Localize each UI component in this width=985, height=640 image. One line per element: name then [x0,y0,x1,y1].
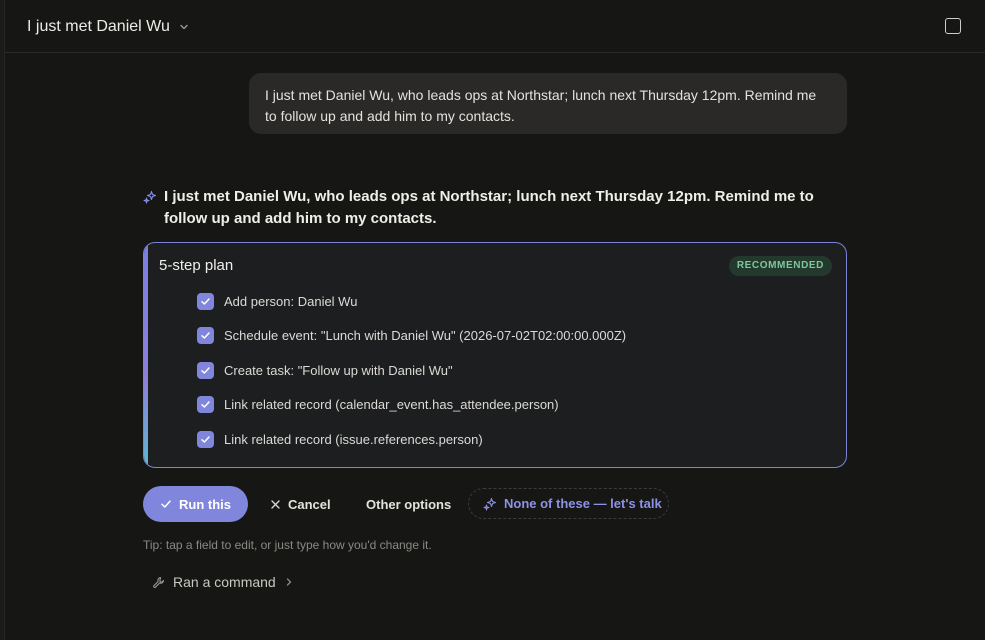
plan-step[interactable]: Schedule event: "Lunch with Daniel Wu" (… [197,326,626,344]
assistant-header: I just met Daniel Wu, who leads ops at N… [143,186,843,230]
none-of-these-button[interactable]: None of these — let's talk [468,488,669,519]
step-label: Schedule event: "Lunch with Daniel Wu" (… [224,327,627,343]
step-checkbox[interactable] [197,430,214,448]
plan-step[interactable]: Link related record (calendar_event.has_… [197,395,559,413]
step-checkbox[interactable] [197,395,214,413]
step-label: Link related record (calendar_event.has_… [224,396,559,412]
wrench-icon [153,576,165,588]
recommended-badge: RECOMMENDED [728,256,832,276]
left-rail [0,0,5,640]
step-checkbox[interactable] [197,292,214,310]
none-of-these-label: None of these — let's talk [504,496,662,511]
plan-accent-bar [144,243,148,467]
plan-card: 5-step plan RECOMMENDED Add person: Dani… [143,242,847,468]
user-message-text: I just met Daniel Wu, who leads ops at N… [265,87,817,124]
step-checkbox[interactable] [197,361,214,379]
close-icon [271,499,280,509]
chevron-down-icon [178,21,190,33]
run-this-label: Run this [179,496,231,512]
check-icon [201,366,210,374]
conversation-title-dropdown[interactable]: I just met Daniel Wu [27,15,190,39]
step-label: Add person: Daniel Wu [224,293,358,309]
user-message-bubble: I just met Daniel Wu, who leads ops at N… [249,73,847,134]
conversation-title: I just met Daniel Wu [27,18,170,35]
sparkles-icon [143,190,157,204]
sparkles-icon [483,497,497,510]
square-icon[interactable] [945,18,961,34]
app-window: I just met Daniel Wu I just met Daniel W… [0,0,985,640]
ran-command-toggle[interactable]: Ran a command [152,572,294,592]
other-options-label: Other options [366,496,452,512]
cancel-button[interactable]: Cancel [262,486,339,522]
assistant-echo-text: I just met Daniel Wu, who leads ops at N… [164,188,814,227]
step-label: Link related record (issue.references.pe… [224,431,483,447]
step-checkbox[interactable] [197,326,214,344]
check-icon [161,500,171,508]
check-icon [201,331,210,339]
ran-command-label: Ran a command [173,574,276,590]
check-icon [201,400,210,408]
top-bar: I just met Daniel Wu [5,0,985,53]
chevron-right-icon [286,578,291,586]
check-icon [201,435,210,443]
plan-step[interactable]: Create task: "Follow up with Daniel Wu" [197,361,453,379]
tip-text: Tip: tap a field to edit, or just type h… [143,538,432,552]
plan-title: 5-step plan [159,257,234,274]
other-options-button[interactable]: Other options [358,486,459,522]
cancel-label: Cancel [288,496,331,512]
step-label: Create task: "Follow up with Daniel Wu" [224,362,453,378]
plan-step[interactable]: Link related record (issue.references.pe… [197,430,483,448]
plan-step[interactable]: Add person: Daniel Wu [197,292,357,310]
check-icon [201,297,210,305]
run-this-button[interactable]: Run this [143,486,248,522]
